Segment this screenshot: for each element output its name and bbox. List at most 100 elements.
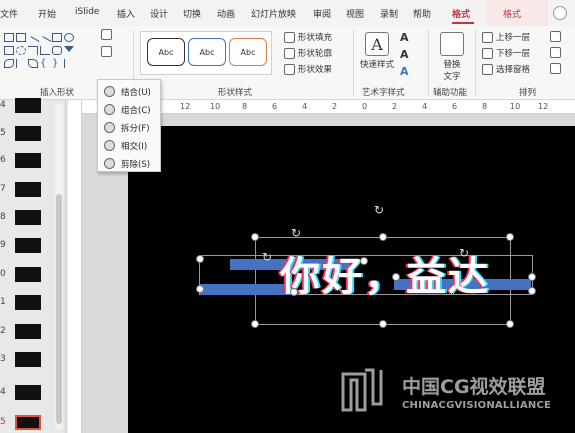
style-preset-1[interactable]: Abc: [147, 38, 185, 66]
textbox-button[interactable]: [101, 46, 112, 57]
style-preset-2[interactable]: Abc: [188, 38, 226, 66]
circle2-shape-icon[interactable]: [16, 46, 26, 55]
tab-animations[interactable]: 动画: [217, 7, 235, 20]
rectangle-shape-icon[interactable]: [52, 33, 62, 42]
menu-item-intersect[interactable]: 相交(I): [98, 137, 162, 154]
star-shape-icon[interactable]: [64, 59, 70, 68]
tab-help[interactable]: 帮助: [413, 7, 431, 20]
menu-item-union[interactable]: 结合(U): [98, 83, 162, 100]
thumbnail-scrollbar[interactable]: [55, 104, 63, 429]
oval-shape-icon[interactable]: [64, 33, 74, 42]
tab-transitions[interactable]: 切换: [183, 7, 201, 20]
ruler-number: 8: [482, 102, 488, 111]
tab-review[interactable]: 审阅: [313, 7, 331, 20]
group-separator: [475, 30, 476, 96]
slide-thumbnail-image-active: [15, 415, 41, 430]
resize-handle[interactable]: [251, 233, 259, 241]
ruler-number: 2: [332, 102, 338, 111]
intersect-icon: [104, 140, 115, 151]
triangle-shape-icon[interactable]: [64, 46, 74, 52]
tab-record[interactable]: 录制: [380, 7, 398, 20]
left-brace-shape-icon[interactable]: {: [40, 59, 50, 69]
tab-home[interactable]: 开始: [38, 7, 56, 20]
resize-handle[interactable]: [290, 288, 298, 296]
slide-number: 3: [0, 354, 6, 364]
rotate-handle-icon[interactable]: ↻: [459, 247, 471, 259]
resize-handle[interactable]: [506, 320, 514, 328]
tab-islide[interactable]: iSlide: [75, 7, 99, 17]
tab-design[interactable]: 设计: [150, 7, 168, 20]
curve-shape-icon[interactable]: [4, 59, 14, 68]
shape-outline-button[interactable]: 形状轮廓: [284, 47, 332, 59]
text-effects-button[interactable]: A: [400, 65, 409, 78]
scrollbar-thumb[interactable]: [56, 194, 62, 424]
menu-item-subtract[interactable]: 剪除(S): [98, 155, 162, 172]
selection-pane-button[interactable]: 选择窗格: [482, 63, 530, 75]
slide-number: 4: [0, 100, 6, 110]
menu-item-label: 相交(I): [121, 141, 148, 152]
bring-forward-label: 上移一层: [496, 33, 531, 43]
send-backward-button[interactable]: 下移一层: [482, 47, 530, 59]
group-label-accessibility: 辅助功能: [433, 88, 468, 98]
style-preset-3[interactable]: Abc: [229, 38, 267, 66]
rotate-icon: [550, 63, 561, 74]
right-brace-shape-icon[interactable]: }: [52, 59, 62, 69]
group-label-insert-shapes: 插入形状: [40, 88, 75, 98]
rect2-shape-icon[interactable]: [4, 46, 14, 55]
resize-handle[interactable]: [528, 273, 536, 281]
vertical-textbox-shape-icon[interactable]: [16, 33, 26, 42]
tab-format-active[interactable]: 格式: [452, 7, 470, 20]
resize-handle[interactable]: [360, 257, 368, 265]
menu-item-combine[interactable]: 组合(C): [98, 101, 162, 118]
rotate-handle-icon[interactable]: ↻: [291, 227, 303, 239]
ruler-number: 4: [302, 102, 308, 111]
slide-number: 5: [0, 417, 6, 427]
text-fill-button[interactable]: A: [400, 31, 409, 44]
slide-number: 1: [0, 297, 6, 307]
resize-handle[interactable]: [379, 320, 387, 328]
account-icon[interactable]: [553, 6, 567, 20]
tab-slideshow[interactable]: 幻灯片放映: [251, 7, 296, 20]
bring-forward-button[interactable]: 上移一层: [482, 31, 530, 43]
tab-insert[interactable]: 插入: [117, 7, 135, 20]
combine-icon: [104, 104, 115, 115]
slide-number: 4: [0, 387, 6, 397]
freeform-shape-icon[interactable]: [28, 59, 38, 68]
shape-style-gallery[interactable]: Abc Abc Abc: [140, 31, 272, 75]
resize-handle[interactable]: [506, 233, 514, 241]
elbow-shape-icon[interactable]: [40, 46, 50, 55]
rounded-rect-shape-icon[interactable]: [52, 46, 62, 55]
slide-number: 5: [0, 128, 6, 138]
menu-item-fragment[interactable]: 拆分(F): [98, 119, 162, 136]
textbox-shape-icon[interactable]: [4, 33, 14, 42]
slide-thumbnail-image: [15, 295, 41, 310]
rotate-handle-icon[interactable]: ↻: [262, 251, 274, 263]
resize-handle[interactable]: [196, 285, 204, 293]
resize-handle[interactable]: [379, 233, 387, 241]
shapes-gallery[interactable]: { }: [2, 31, 88, 71]
tab-format-context[interactable]: 格式: [503, 7, 521, 20]
tab-file[interactable]: 文件: [0, 7, 18, 20]
text-outline-button[interactable]: A: [400, 48, 409, 61]
align-icon: [550, 31, 561, 42]
resize-handle[interactable]: [251, 320, 259, 328]
fragment-icon: [104, 122, 115, 133]
shape-effects-button[interactable]: 形状效果: [284, 63, 332, 75]
alt-text-icon: [440, 32, 464, 56]
resize-handle[interactable]: [196, 255, 204, 263]
edit-shape-button[interactable]: [101, 29, 112, 40]
tab-view[interactable]: 视图: [346, 7, 364, 20]
alt-text-button[interactable]: 替换 文字: [437, 32, 467, 82]
brace-shape-icon[interactable]: [16, 59, 26, 68]
rotate-handle-icon[interactable]: ↻: [374, 204, 386, 216]
send-backward-label: 下移一层: [496, 49, 531, 59]
align-button[interactable]: [550, 31, 561, 42]
group-button[interactable]: [550, 47, 561, 58]
corner-shape-icon[interactable]: [28, 46, 38, 55]
resize-handle[interactable]: [392, 273, 400, 281]
group-icon: [550, 47, 561, 58]
shape-fill-button[interactable]: 形状填充: [284, 31, 332, 43]
quick-styles-button[interactable]: A 快速样式: [357, 32, 397, 70]
rotate-button[interactable]: [550, 63, 561, 74]
resize-handle[interactable]: [528, 287, 536, 295]
